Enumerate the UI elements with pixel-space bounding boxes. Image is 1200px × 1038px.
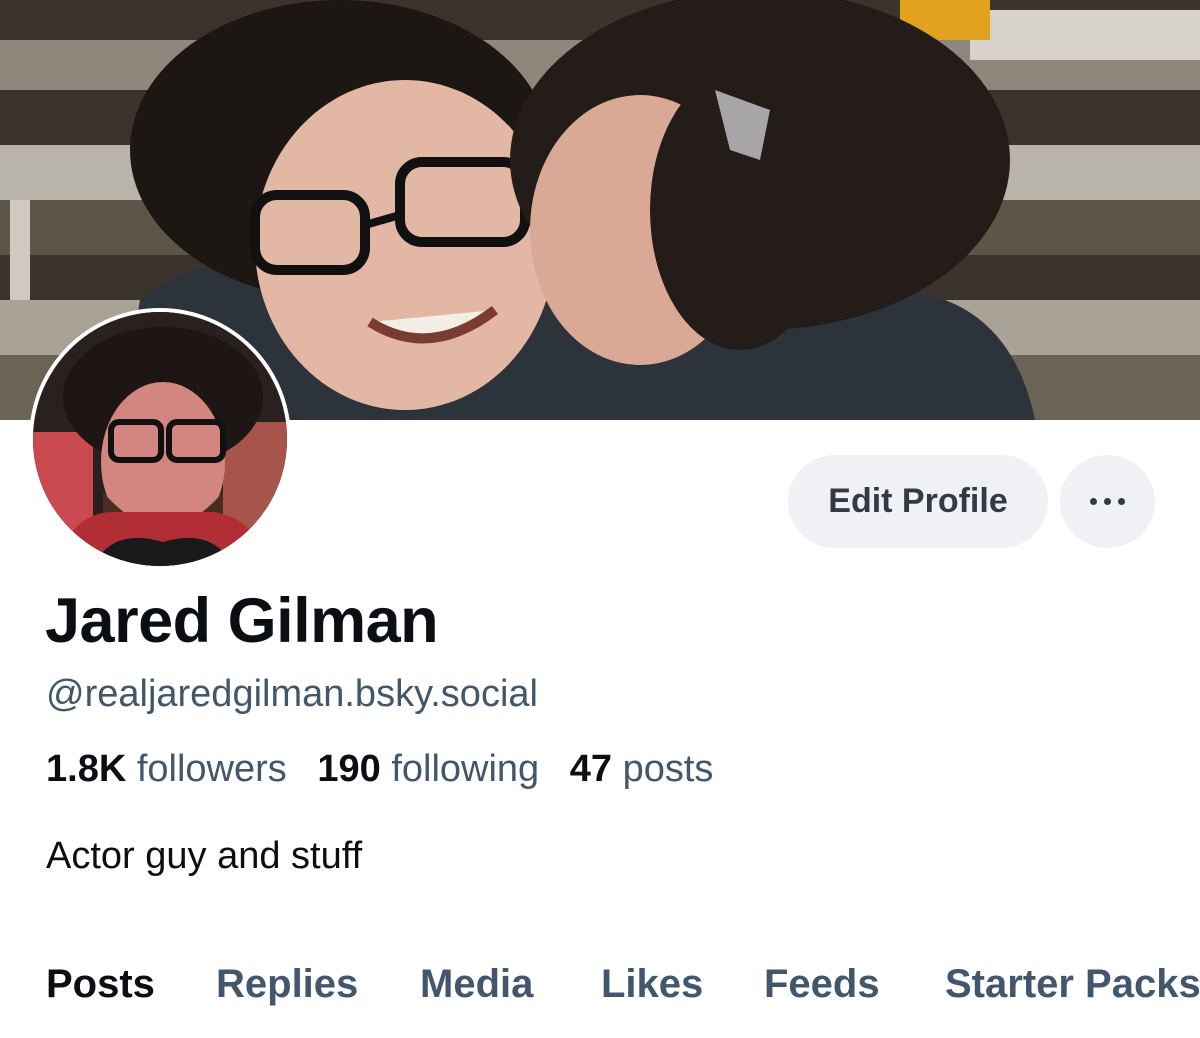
profile-bio: Actor guy and stuff bbox=[46, 835, 363, 877]
ellipsis-icon bbox=[1090, 498, 1097, 505]
posts-count: 47 bbox=[569, 748, 613, 790]
profile-tabs: Posts Replies Media Likes Feeds Starter … bbox=[0, 962, 1200, 1022]
followers-label: followers bbox=[136, 748, 287, 790]
edit-profile-button[interactable]: Edit Profile bbox=[788, 455, 1048, 548]
following-count: 190 bbox=[317, 748, 381, 790]
avatar-photo bbox=[33, 312, 287, 566]
tab-feeds[interactable]: Feeds bbox=[764, 962, 880, 1007]
profile-stats: 1.8K followers 190 following 47 posts bbox=[46, 748, 733, 791]
more-options-button[interactable] bbox=[1060, 455, 1155, 548]
ellipsis-icon-dot bbox=[1104, 498, 1111, 505]
tab-likes[interactable]: Likes bbox=[601, 962, 703, 1007]
followers-count: 1.8K bbox=[46, 748, 127, 790]
tab-posts[interactable]: Posts bbox=[46, 962, 155, 1007]
display-name: Jared Gilman bbox=[45, 586, 439, 656]
posts-label: posts bbox=[622, 748, 714, 790]
profile-handle: @realjaredgilman.bsky.social bbox=[46, 673, 538, 715]
following-label: following bbox=[391, 748, 540, 790]
followers-stat[interactable]: 1.8K followers bbox=[46, 748, 287, 790]
following-stat[interactable]: 190 following bbox=[317, 748, 539, 790]
ellipsis-icon-dot bbox=[1118, 498, 1125, 505]
tab-replies[interactable]: Replies bbox=[216, 962, 358, 1007]
avatar[interactable] bbox=[29, 308, 291, 570]
posts-stat: 47 posts bbox=[570, 748, 714, 790]
tab-media[interactable]: Media bbox=[420, 962, 533, 1007]
tab-starter-packs[interactable]: Starter Packs bbox=[945, 962, 1200, 1007]
